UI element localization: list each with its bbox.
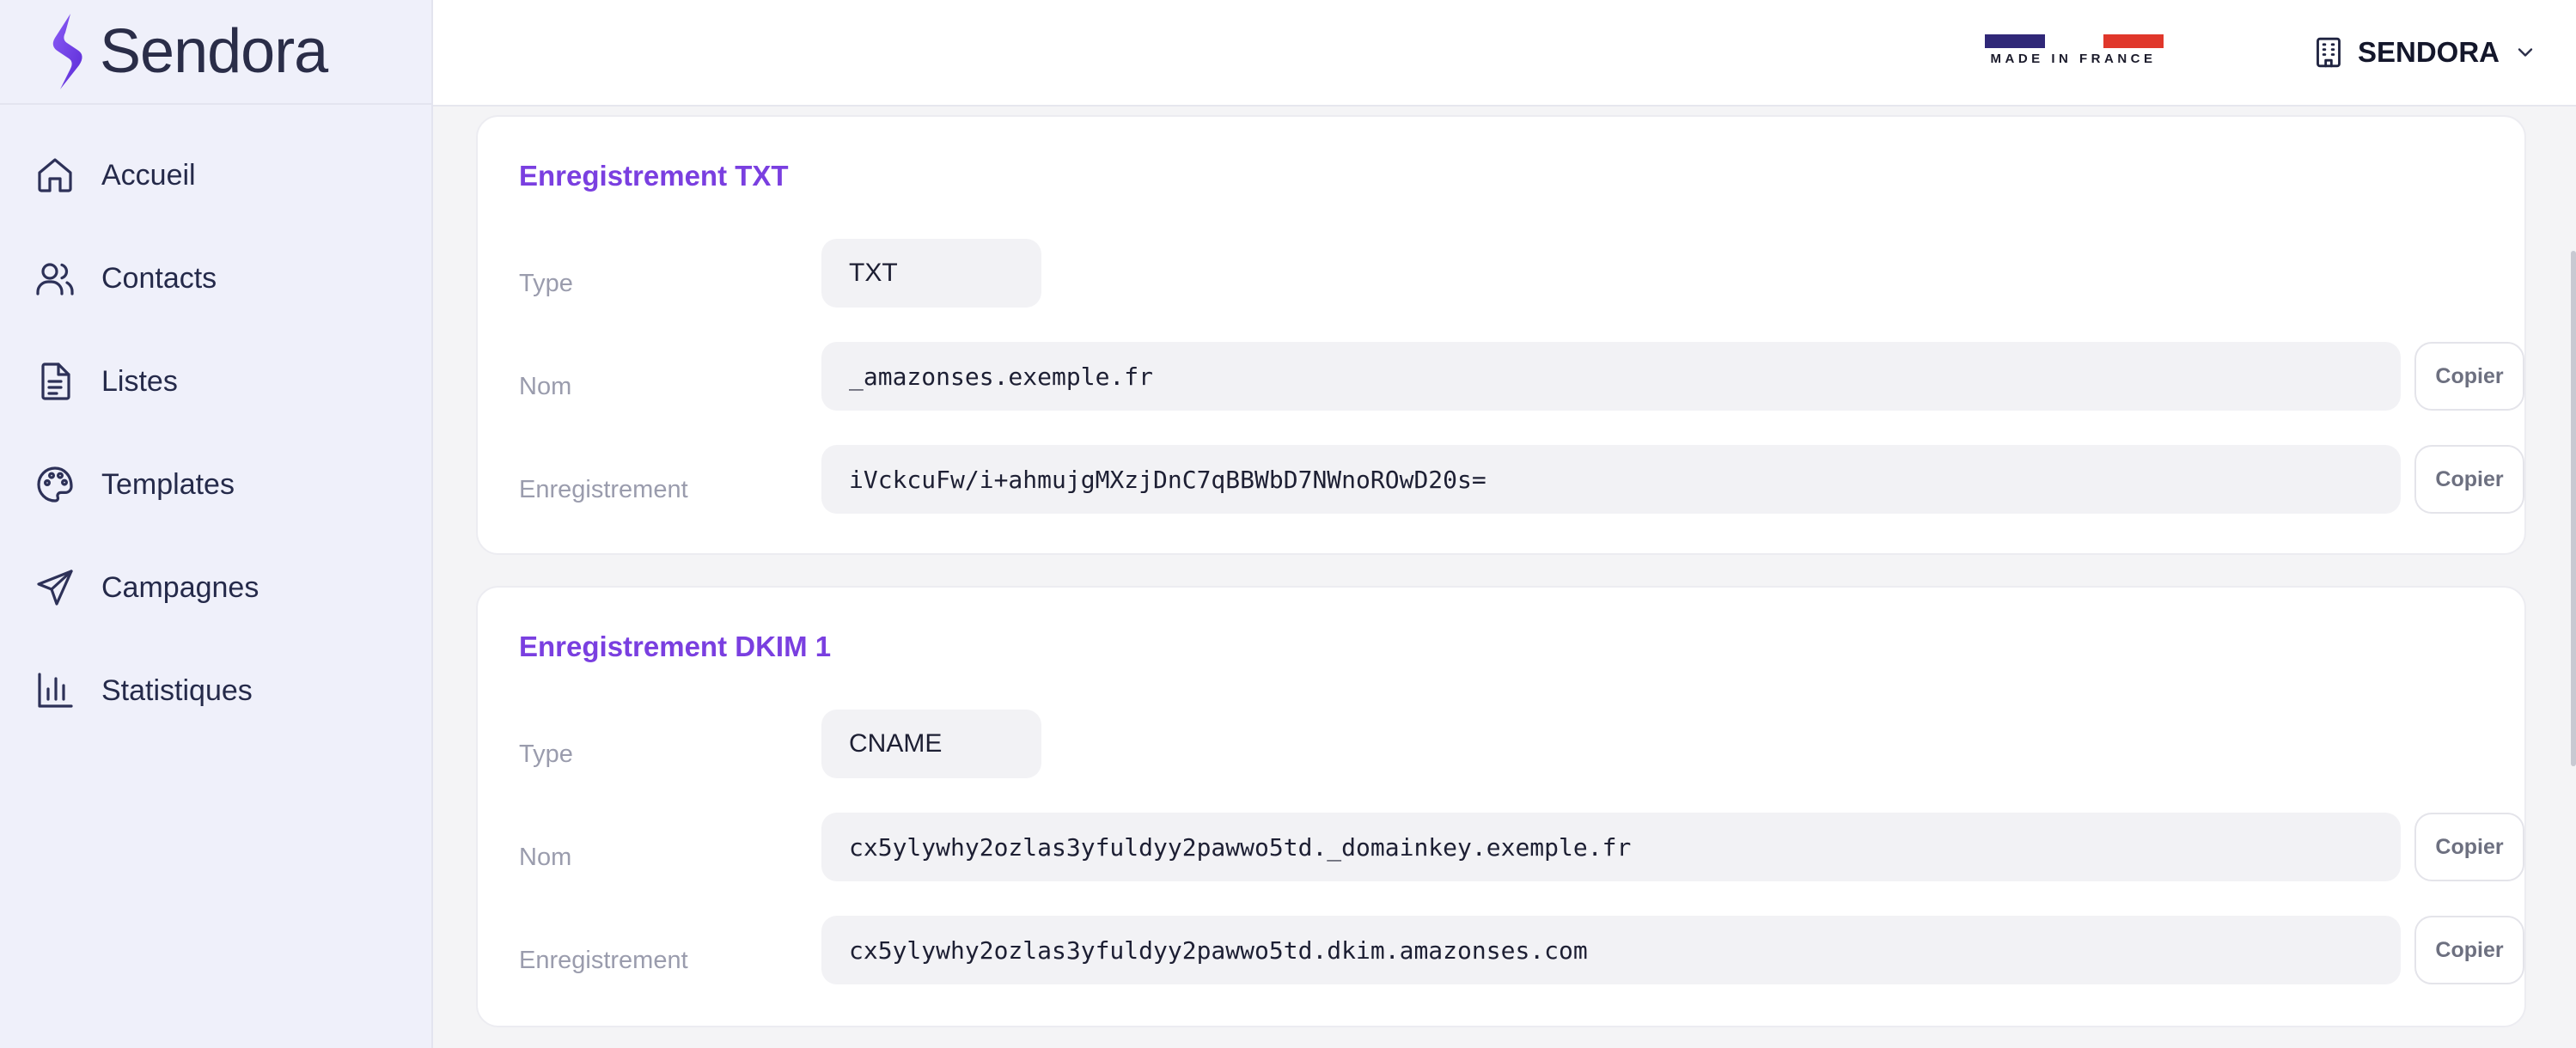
type-value: TXT bbox=[821, 239, 1041, 308]
flag-blue-bar bbox=[1985, 34, 2045, 48]
bar-chart-icon bbox=[38, 673, 73, 708]
sidebar-item-label: Accueil bbox=[101, 158, 196, 192]
flag-red-bar bbox=[2103, 34, 2164, 48]
sidebar-item-campagnes[interactable]: Campagnes bbox=[0, 536, 431, 639]
type-label: Type bbox=[519, 740, 573, 768]
palette-icon bbox=[37, 466, 73, 503]
card-title: Enregistrement TXT bbox=[519, 160, 789, 192]
organization-switcher[interactable]: SENDORA bbox=[2311, 27, 2537, 77]
sidebar-item-contacts[interactable]: Contacts bbox=[0, 227, 431, 330]
building-icon bbox=[2317, 37, 2341, 68]
copy-record-button[interactable]: Copier bbox=[2414, 445, 2524, 514]
sidebar-item-label: Contacts bbox=[101, 261, 217, 295]
copy-name-button[interactable]: Copier bbox=[2414, 342, 2524, 411]
name-label: Nom bbox=[519, 844, 572, 871]
record-label: Enregistrement bbox=[519, 476, 688, 503]
brand-name: Sendora bbox=[100, 17, 328, 86]
record-value-field[interactable]: cx5ylywhy2ozlas3yfuldyy2pawwo5td.dkim.am… bbox=[821, 916, 2401, 984]
copy-record-button[interactable]: Copier bbox=[2414, 916, 2524, 984]
made-in-france-badge: MADE IN FRANCE bbox=[1981, 33, 2164, 70]
sidebar-item-templates[interactable]: Templates bbox=[0, 433, 431, 536]
type-label: Type bbox=[519, 270, 573, 297]
record-value-field[interactable]: iVckcuFw/i+ahmujgMXzjDnC7qBBWbD7NWnoROwD… bbox=[821, 445, 2401, 514]
scrollbar-thumb[interactable] bbox=[2571, 251, 2576, 766]
main-content: Enregistrement TXT Type TXT Nom _amazons… bbox=[433, 107, 2576, 1048]
chevron-down-icon bbox=[2518, 48, 2533, 57]
made-in-france-text: MADE IN FRANCE bbox=[1990, 52, 2157, 66]
dns-record-card-txt: Enregistrement TXT Type TXT Nom _amazons… bbox=[476, 115, 2526, 555]
sidebar-item-statistiques[interactable]: Statistiques bbox=[0, 639, 431, 742]
sidebar-item-label: Statistiques bbox=[101, 673, 253, 707]
sidebar-item-label: Campagnes bbox=[101, 570, 259, 604]
copy-name-button[interactable]: Copier bbox=[2414, 813, 2524, 881]
sidebar-nav: Accueil Contacts Listes Templates Campag… bbox=[0, 105, 431, 742]
sidebar-item-label: Templates bbox=[101, 467, 235, 501]
sidebar-item-listes[interactable]: Listes bbox=[0, 330, 431, 433]
users-icon bbox=[36, 263, 74, 296]
sendora-logo-icon bbox=[52, 14, 82, 89]
home-icon bbox=[38, 158, 72, 192]
record-label: Enregistrement bbox=[519, 947, 688, 974]
name-value-field[interactable]: cx5ylywhy2ozlas3yfuldyy2pawwo5td._domain… bbox=[821, 813, 2401, 881]
top-bar: MADE IN FRANCE SENDORA bbox=[433, 0, 2576, 107]
name-value-field[interactable]: _amazonses.exemple.fr bbox=[821, 342, 2401, 411]
sidebar: Sendora Accueil Contacts Listes Template… bbox=[0, 0, 433, 1048]
sidebar-item-accueil[interactable]: Accueil bbox=[0, 124, 431, 227]
sidebar-item-label: Listes bbox=[101, 364, 178, 398]
type-value: CNAME bbox=[821, 710, 1041, 778]
dns-record-card-dkim-1: Enregistrement DKIM 1 Type CNAME Nom cx5… bbox=[476, 586, 2526, 1027]
brand[interactable]: Sendora bbox=[0, 0, 431, 105]
document-list-icon bbox=[41, 363, 70, 400]
scrollbar[interactable] bbox=[2569, 107, 2576, 1048]
organization-name: SENDORA bbox=[2358, 36, 2500, 68]
name-label: Nom bbox=[519, 373, 572, 400]
paper-plane-icon bbox=[37, 570, 73, 606]
card-title: Enregistrement DKIM 1 bbox=[519, 631, 832, 662]
